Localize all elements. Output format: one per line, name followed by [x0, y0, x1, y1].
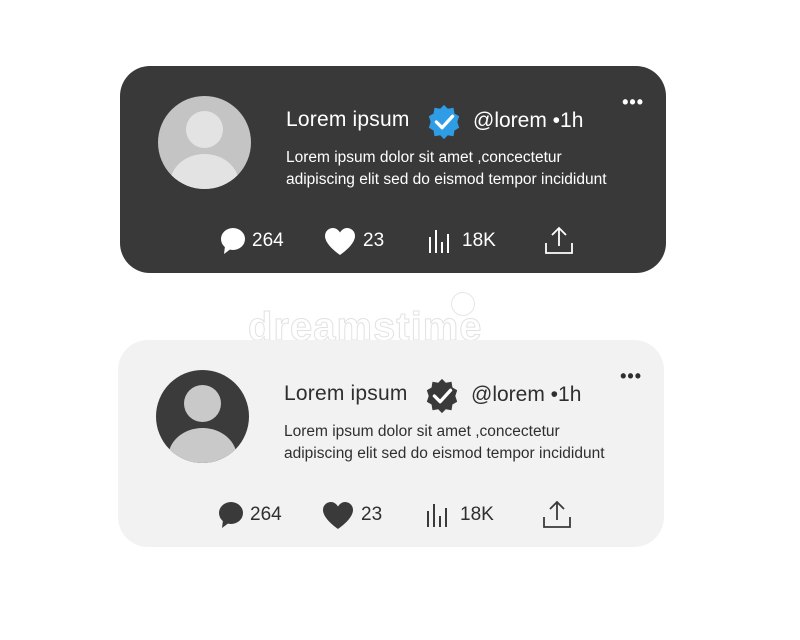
share-icon — [545, 226, 573, 254]
share-button[interactable] — [544, 226, 574, 256]
more-icon[interactable]: ••• — [620, 366, 642, 387]
comment-icon — [219, 502, 243, 528]
avatar[interactable] — [158, 96, 251, 189]
handle-text: @lorem — [471, 383, 545, 406]
like-count: 23 — [363, 230, 385, 251]
comment-count: 264 — [250, 504, 282, 525]
comment-icon — [221, 228, 245, 254]
post-text: Lorem ipsum dolor sit amet ,concectetur … — [284, 421, 644, 465]
more-icon[interactable]: ••• — [622, 92, 644, 113]
avatar-body — [168, 428, 237, 463]
post-text: Lorem ipsum dolor sit amet ,concectetur … — [286, 147, 646, 191]
post-card-dark: Lorem ipsum @lorem •1h ••• Lorem ipsum d… — [120, 66, 666, 273]
post-text-line: Lorem ipsum dolor sit amet ,concectetur — [286, 149, 562, 166]
views-icon — [427, 504, 447, 527]
avatar[interactable] — [156, 370, 249, 463]
post-text-line: Lorem ipsum dolor sit amet ,concectetur — [284, 423, 560, 440]
views-button[interactable]: 18K — [426, 500, 494, 530]
post-text-line: adipiscing elit sed do eismod tempor inc… — [286, 171, 607, 188]
views-icon — [429, 230, 449, 253]
author-name[interactable]: Lorem ipsum — [286, 108, 410, 132]
like-button[interactable]: 23 — [321, 500, 382, 530]
comment-button[interactable]: 264 — [218, 500, 282, 530]
post-text-line: adipiscing elit sed do eismod tempor inc… — [284, 445, 605, 462]
dot-separator: • — [550, 383, 559, 406]
avatar-head — [184, 385, 221, 422]
author-handle[interactable]: @lorem •1h — [473, 109, 583, 133]
heart-icon — [323, 502, 353, 529]
post-time: 1h — [560, 109, 584, 132]
share-button[interactable] — [542, 500, 572, 530]
post-card-light: Lorem ipsum @lorem •1h ••• Lorem ipsum d… — [118, 340, 664, 547]
views-button[interactable]: 18K — [428, 226, 496, 256]
comment-button[interactable]: 264 — [220, 226, 284, 256]
heart-icon — [325, 228, 355, 255]
views-count: 18K — [460, 504, 494, 525]
verified-badge-icon — [426, 378, 458, 414]
verified-badge-icon — [428, 104, 460, 140]
dot-separator: • — [552, 109, 561, 132]
post-time: 1h — [558, 383, 582, 406]
avatar-body — [170, 154, 239, 189]
avatar-head — [186, 111, 223, 148]
handle-text: @lorem — [473, 109, 547, 132]
share-icon — [543, 500, 571, 528]
like-count: 23 — [361, 504, 383, 525]
like-button[interactable]: 23 — [323, 226, 384, 256]
views-count: 18K — [462, 230, 496, 251]
author-name[interactable]: Lorem ipsum — [284, 382, 408, 406]
comment-count: 264 — [252, 230, 284, 251]
author-handle[interactable]: @lorem •1h — [471, 383, 581, 407]
